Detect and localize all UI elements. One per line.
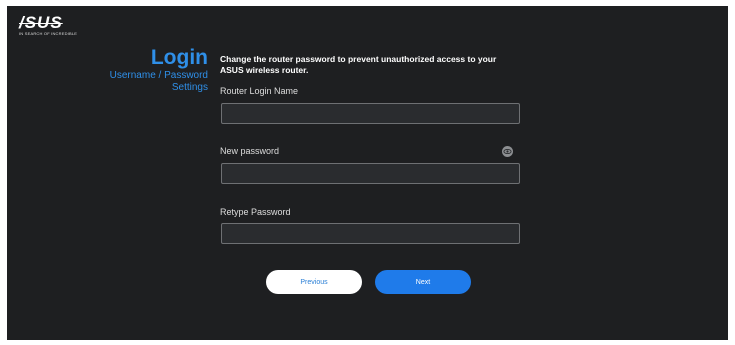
- page-subtitle-line1: Username / Password: [109, 70, 208, 81]
- login-name-input[interactable]: [221, 103, 520, 124]
- eye-icon[interactable]: [502, 144, 513, 157]
- login-name-label: Router Login Name: [220, 86, 299, 96]
- setup-window: /SUS IN SEARCH OF INCREDIBLE Login Usern…: [7, 6, 728, 340]
- asus-logo: /SUS IN SEARCH OF INCREDIBLE: [19, 13, 81, 39]
- next-button[interactable]: Next: [375, 270, 471, 294]
- logo-tagline: IN SEARCH OF INCREDIBLE: [19, 31, 78, 36]
- page-subtitle-line2: Settings: [171, 82, 208, 93]
- instructions-text: Change the router password to prevent un…: [220, 54, 497, 75]
- retype-password-input[interactable]: [221, 223, 520, 244]
- page-title: Login: [150, 46, 208, 69]
- new-password-input[interactable]: [221, 163, 520, 184]
- previous-button[interactable]: Previous: [266, 270, 362, 294]
- section-header: Login Username / Password Settings: [28, 46, 208, 94]
- retype-password-label: Retype Password: [220, 207, 291, 217]
- logo-wordmark: /SUS: [19, 13, 63, 32]
- new-password-label: New password: [220, 146, 280, 156]
